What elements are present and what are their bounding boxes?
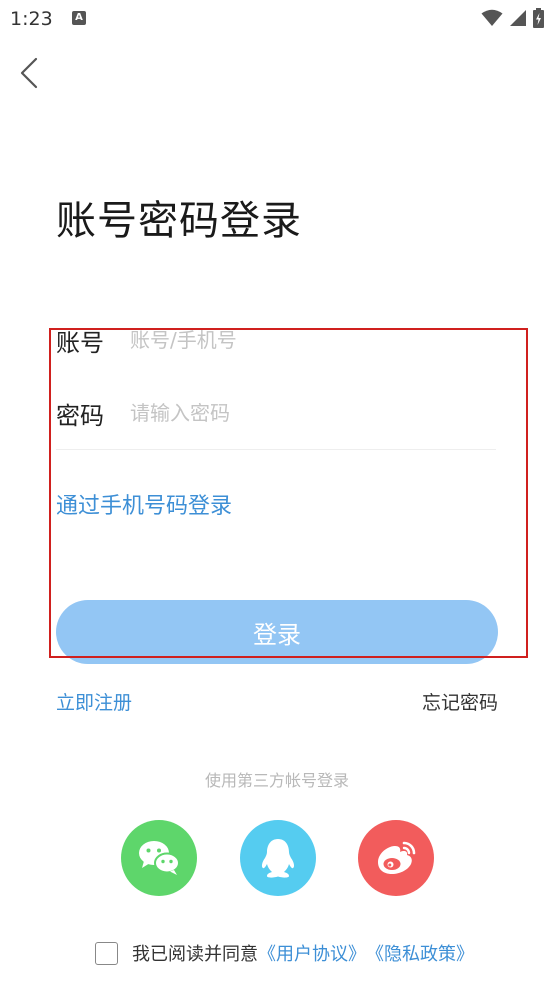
- agree-checkbox[interactable]: [95, 941, 118, 965]
- weibo-login-button[interactable]: [358, 820, 434, 896]
- phone-login-link[interactable]: 通过手机号码登录: [56, 488, 232, 520]
- forgot-password-link[interactable]: 忘记密码: [422, 688, 498, 715]
- password-label: 密码: [56, 401, 104, 430]
- weibo-icon: [378, 841, 416, 874]
- back-button[interactable]: [14, 56, 50, 92]
- cellular-signal-icon: [510, 10, 526, 26]
- battery-charging-icon: [533, 8, 544, 28]
- password-divider: [56, 449, 496, 450]
- agreement-text: 我已阅读并同意: [132, 944, 258, 965]
- app-notification-icon: A: [72, 11, 86, 25]
- account-label: 账号: [56, 328, 104, 357]
- register-link[interactable]: 立即注册: [56, 688, 132, 715]
- agreement-row: 我已阅读并同意 《用户协议》 《隐私政策》: [95, 940, 474, 966]
- status-time: 1:23: [10, 8, 53, 30]
- privacy-policy-link[interactable]: 《隐私政策》: [366, 940, 474, 966]
- wechat-icon: [139, 841, 180, 875]
- login-button[interactable]: 登录: [56, 600, 498, 664]
- third-party-login-label: 使用第三方帐号登录: [204, 771, 349, 790]
- qq-login-button[interactable]: [240, 820, 316, 896]
- chevron-left-icon: [20, 57, 38, 89]
- user-agreement-link[interactable]: 《用户协议》: [258, 940, 366, 966]
- status-bar: 1:23 A: [0, 0, 554, 38]
- wifi-icon: [481, 9, 503, 26]
- account-input[interactable]: [130, 328, 496, 352]
- wechat-login-button[interactable]: [121, 820, 197, 896]
- account-row: 账号: [56, 315, 496, 365]
- page-title: 账号密码登录: [56, 198, 302, 244]
- password-input[interactable]: [130, 401, 496, 425]
- status-icons: [481, 8, 544, 28]
- password-row: 密码: [56, 388, 496, 438]
- qq-penguin-icon: [261, 839, 295, 878]
